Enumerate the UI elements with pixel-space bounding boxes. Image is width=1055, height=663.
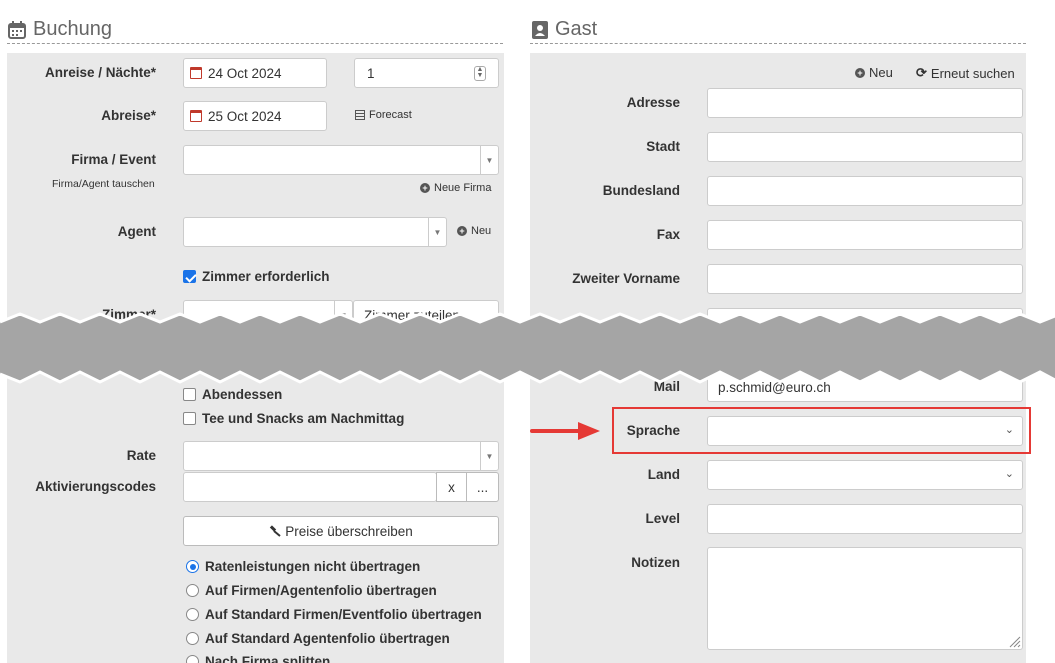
calendar-icon [190,110,202,122]
search-again-label: Erneut suchen [930,65,1015,81]
chevron-down-icon: ⌄ [1004,468,1014,480]
radio-option-label: Nach Firma splitten [205,654,331,663]
override-prices-button[interactable]: Preise überschreiben [183,516,499,546]
departure-label: Abreise* [101,108,156,123]
radio-option-0[interactable]: Ratenleistungen nicht übertragen [186,559,420,574]
level-input[interactable] [707,504,1023,534]
radio-option-2[interactable]: Auf Standard Firmen/Eventfolio übertrage… [186,607,482,622]
company-label: Firma / Event [71,152,156,167]
highlight-box [612,407,1031,454]
caret-down-icon: ▼ [428,218,446,246]
plus-circle-icon: + [855,67,865,78]
activation-input[interactable] [183,472,437,502]
guest-title-divider [530,43,1026,44]
agent-new-link[interactable]: + Neu [457,225,491,237]
override-prices-label: Preise überschreiben [285,523,413,539]
room-required-checkbox[interactable]: Zimmer erforderlich [183,269,330,284]
rate-select[interactable]: ▼ [183,441,499,471]
calendar-icon [190,67,202,79]
torn-paper-divider [0,312,1055,384]
activation-label: Aktivierungscodes [35,479,156,494]
plus-circle-icon: + [457,226,467,236]
calendar-icon [8,20,26,39]
radio-option-label: Auf Firmen/Agentenfolio übertragen [205,583,437,598]
city-input[interactable] [707,132,1023,162]
address-label: Adresse [626,95,680,110]
radio-selected-icon[interactable] [186,560,199,573]
contact-card-icon [532,20,548,39]
tea-checkbox[interactable]: Tee und Snacks am Nachmittag [183,411,404,426]
arrival-date-input[interactable]: 24 Oct 2024 [183,58,327,88]
plus-circle-icon: + [420,183,430,193]
forecast-link[interactable]: Forecast [355,109,412,121]
guest-title-text: Gast [555,18,598,40]
arrow-right-icon [530,422,600,440]
departure-date-input[interactable]: 25 Oct 2024 [183,101,327,131]
fax-input[interactable] [707,220,1023,250]
checkbox-checked-icon[interactable] [183,270,196,283]
radio-icon[interactable] [186,655,199,663]
guest-section-title: Gast [531,18,597,41]
notes-textarea[interactable] [707,547,1023,650]
radio-option-label: Auf Standard Agentenfolio übertragen [205,631,450,646]
notes-label: Notizen [631,555,680,570]
city-label: Stadt [646,139,680,154]
caret-down-icon: ▼ [480,442,498,470]
tea-label: Tee und Snacks am Nachmittag [202,411,405,426]
new-company-label: Neue Firma [434,182,492,194]
company-select[interactable]: ▼ [183,145,499,175]
new-company-link[interactable]: + Neue Firma [420,182,491,194]
level-label: Level [645,511,680,526]
middle-name-label: Zweiter Vorname [572,271,680,286]
agent-label: Agent [117,224,156,239]
table-icon [355,110,365,120]
fax-label: Fax [656,227,680,242]
state-input[interactable] [707,176,1023,206]
departure-date-value: 25 Oct 2024 [208,108,282,124]
arrival-label: Anreise / Nächte* [44,65,156,80]
address-input[interactable] [707,88,1023,118]
radio-option-4[interactable]: Nach Firma splitten [186,654,330,663]
rate-label: Rate [126,448,156,463]
gavel-icon [270,525,281,537]
activation-clear-button[interactable]: x [436,472,467,502]
resize-handle-icon[interactable] [1007,634,1021,648]
radio-option-label: Ratenleistungen nicht übertragen [205,559,421,574]
checkbox-icon[interactable] [183,412,196,425]
radio-icon[interactable] [186,584,199,597]
country-select[interactable]: ⌄ [707,460,1023,490]
state-label: Bundesland [602,183,680,198]
swap-agent-link[interactable]: Firma/Agent tauschen [52,178,155,190]
booking-title-text: Buchung [33,18,112,40]
caret-down-icon: ▼ [480,146,498,174]
stepper-icon[interactable]: ▲ ▼ [474,66,486,81]
agent-new-label: Neu [471,225,492,237]
search-again-link[interactable]: ⟳ Erneut suchen [916,65,1015,81]
radio-option-label: Auf Standard Firmen/Eventfolio übertrage… [205,607,482,622]
booking-section-title: Buchung [7,18,112,41]
guest-new-label: Neu [869,65,893,80]
nights-value: 1 [367,65,375,81]
booking-title-divider [7,43,503,44]
country-label: Land [647,467,680,482]
activation-more-button[interactable]: ... [466,472,499,502]
agent-select[interactable]: ▼ [183,217,447,247]
nights-input[interactable]: 1 ▲ ▼ [354,58,499,88]
radio-icon[interactable] [186,632,199,645]
booking-screen: Buchung Anreise / Nächte* 24 Oct 2024 1 … [0,0,1055,663]
forecast-label: Forecast [369,109,412,121]
arrival-date-value: 24 Oct 2024 [208,65,282,81]
guest-new-link[interactable]: + Neu [855,65,893,80]
radio-icon[interactable] [186,608,199,621]
refresh-icon: ⟳ [916,65,927,80]
radio-option-3[interactable]: Auf Standard Agentenfolio übertragen [186,631,450,646]
room-required-label: Zimmer erforderlich [202,269,330,284]
radio-option-1[interactable]: Auf Firmen/Agentenfolio übertragen [186,583,437,598]
middle-name-input[interactable] [707,264,1023,294]
